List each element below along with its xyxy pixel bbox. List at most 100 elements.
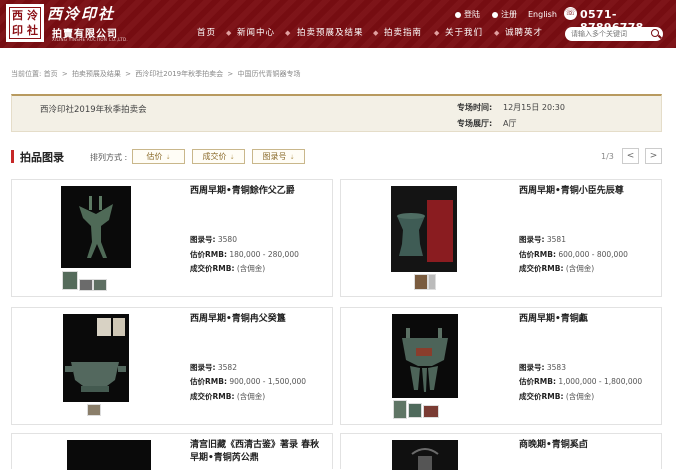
- nav-previews-results[interactable]: 拍卖预展及结果: [297, 27, 364, 39]
- prev-page-button[interactable]: <: [622, 148, 639, 164]
- lot-sold-label: 成交价RMB:: [519, 392, 564, 401]
- sort-button-label: 图录号: [262, 152, 287, 161]
- lot-thumbnail[interactable]: [93, 279, 107, 291]
- lot-number-row: 图录号: 3582: [190, 362, 237, 373]
- lot-image[interactable]: [392, 314, 458, 398]
- nav-separator-icon: ◆: [226, 29, 232, 37]
- breadcrumb-session: 中国历代青铜器专场: [237, 70, 301, 78]
- session-hall-label: 专场展厅:: [457, 119, 493, 128]
- breadcrumb-current[interactable]: 当前位置: 首页: [11, 70, 58, 78]
- session-info-box: 西泠印社2019年秋季拍卖会 专场时间: 12月15日 20:30 专场展厅: …: [11, 94, 662, 132]
- lots-header: 拍品图录 排列方式 : 估价 ⇣ 成交价 ⇣ 图录号 ⇣ 1/3 < >: [11, 148, 662, 166]
- lot-card[interactable]: 西周早期•青铜甗 图录号: 3583 估价RMB: 1,000,000 - 1,…: [340, 307, 662, 425]
- nav-separator-icon: ◆: [285, 29, 291, 37]
- lot-estimate: 600,000 - 800,000: [558, 250, 628, 259]
- lot-sold-row: 成交价RMB: (含佣金): [519, 391, 594, 402]
- bronze-yan-icon: [402, 328, 448, 392]
- lot-thumbnail[interactable]: [428, 274, 436, 290]
- lot-card[interactable]: 西周早期•青铜餘作父乙爵 图录号: 3580 估价RMB: 180,000 - …: [11, 179, 333, 297]
- lot-sold: (含佣金): [236, 264, 266, 273]
- page-indicator: 1/3: [601, 152, 614, 161]
- lot-image[interactable]: [392, 440, 458, 470]
- login-label: 登陆: [464, 10, 480, 19]
- lot-estimate-label: 估价RMB:: [519, 377, 556, 386]
- lot-sold: (含佣金): [565, 392, 595, 401]
- bronze-gui-icon: [65, 318, 126, 392]
- lot-thumbnail[interactable]: [423, 405, 439, 418]
- sort-arrow-icon: ⇣: [229, 154, 235, 161]
- lot-title[interactable]: 西周早期•青铜小臣先辰尊: [519, 185, 657, 198]
- register-icon: [492, 12, 498, 18]
- lot-title[interactable]: 西周早期•青铜甗: [519, 313, 657, 326]
- lot-thumbnail[interactable]: [87, 404, 101, 416]
- search-box: [565, 27, 663, 41]
- lot-image[interactable]: [61, 186, 131, 268]
- next-page-button[interactable]: >: [645, 148, 662, 164]
- lot-image[interactable]: [391, 186, 457, 272]
- lot-image[interactable]: [63, 314, 129, 402]
- nav-guide[interactable]: 拍卖指南: [384, 27, 422, 39]
- sort-by-price-button[interactable]: 成交价 ⇣: [192, 149, 245, 164]
- lot-card[interactable]: 商晚期•青铜奚卣: [340, 433, 662, 470]
- sort-label: 排列方式 :: [90, 153, 128, 162]
- lot-sold: (含佣金): [236, 392, 266, 401]
- lot-number-row: 图录号: 3580: [190, 234, 237, 245]
- session-time-label: 专场时间:: [457, 103, 493, 112]
- register-label: 注册: [501, 10, 517, 19]
- lot-thumbnail[interactable]: [79, 279, 93, 291]
- english-link[interactable]: English: [528, 10, 557, 20]
- nav-careers[interactable]: 诚聘英才: [505, 27, 543, 39]
- lot-estimate-row: 估价RMB: 900,000 - 1,500,000: [190, 376, 306, 387]
- lot-sold-label: 成交价RMB:: [519, 264, 564, 273]
- bronze-zun-icon: [397, 200, 453, 262]
- lot-card[interactable]: 西周早期•青铜小臣先辰尊 图录号: 3581 估价RMB: 600,000 - …: [340, 179, 662, 297]
- lot-card[interactable]: 清宫旧藏《西清古鉴》著录 春秋早期•青铜芮公鼎: [11, 433, 333, 470]
- nav-about[interactable]: 关于我们: [445, 27, 483, 39]
- login-link[interactable]: 登陆: [455, 10, 480, 20]
- search-icon[interactable]: [651, 29, 659, 37]
- section-marker: [11, 150, 14, 163]
- nav-separator-icon: ◆: [373, 29, 379, 37]
- lot-number-label: 图录号:: [519, 363, 545, 372]
- bronze-jue-icon: [79, 196, 113, 258]
- lot-estimate: 900,000 - 1,500,000: [229, 377, 307, 386]
- breadcrumb-sale[interactable]: 西泠印社2019年秋季拍卖会: [135, 70, 223, 78]
- lot-title[interactable]: 商晚期•青铜奚卣: [519, 439, 657, 452]
- lot-title[interactable]: 西周早期•青铜餘作父乙爵: [190, 185, 328, 198]
- lot-estimate: 1,000,000 - 1,800,000: [558, 377, 643, 386]
- lot-estimate-row: 估价RMB: 180,000 - 280,000: [190, 249, 299, 260]
- lot-sold: (含佣金): [565, 264, 595, 273]
- breadcrumb: 当前位置: 首页 > 拍卖预展及结果 > 西泠印社2019年秋季拍卖会 > 中国…: [11, 69, 302, 79]
- lot-thumbnail[interactable]: [408, 403, 422, 418]
- nav-news[interactable]: 新闻中心: [237, 27, 275, 39]
- nav-separator-icon: ◆: [494, 29, 500, 37]
- lot-sold-label: 成交价RMB:: [190, 392, 235, 401]
- sort-button-label: 估价: [146, 152, 163, 161]
- breadcrumb-previews[interactable]: 拍卖预展及结果: [72, 70, 121, 78]
- lot-number-label: 图录号:: [519, 235, 545, 244]
- sort-arrow-icon: ⇣: [165, 154, 171, 161]
- register-link[interactable]: 注册: [492, 10, 517, 20]
- lot-thumbnail[interactable]: [62, 271, 78, 290]
- nav-home[interactable]: 首页: [197, 27, 216, 39]
- lot-card[interactable]: 西周早期•青铜冉父癸簋 图录号: 3582 估价RMB: 900,000 - 1…: [11, 307, 333, 425]
- lot-estimate: 180,000 - 280,000: [229, 250, 299, 259]
- lot-estimate-row: 估价RMB: 600,000 - 800,000: [519, 249, 628, 260]
- sale-name: 西泠印社2019年秋季拍卖会: [40, 105, 147, 115]
- sort-by-estimate-button[interactable]: 估价 ⇣: [132, 149, 185, 164]
- lot-sold-row: 成交价RMB: (含佣金): [190, 263, 265, 274]
- lot-estimate-label: 估价RMB:: [190, 377, 227, 386]
- lot-thumbnail[interactable]: [414, 274, 428, 290]
- sort-by-lot-number-button[interactable]: 图录号 ⇣: [252, 149, 305, 164]
- lot-title[interactable]: 西周早期•青铜冉父癸簋: [190, 313, 328, 326]
- lot-title[interactable]: 清宫旧藏《西清古鉴》著录 春秋早期•青铜芮公鼎: [190, 439, 328, 465]
- lot-thumbnail[interactable]: [393, 400, 407, 419]
- lot-image[interactable]: [67, 440, 151, 470]
- session-time-value: 12月15日 20:30: [503, 103, 565, 112]
- lot-estimate-label: 估价RMB:: [190, 250, 227, 259]
- phone-icon: ☏: [564, 7, 577, 20]
- site-header: 西 泠 印 社 西泠印社 拍賣有限公司 XILING YINSHE AUCTIO…: [0, 0, 676, 48]
- sort-arrow-icon: ⇣: [289, 154, 295, 161]
- search-input[interactable]: [571, 28, 647, 40]
- breadcrumb-separator: >: [61, 70, 68, 78]
